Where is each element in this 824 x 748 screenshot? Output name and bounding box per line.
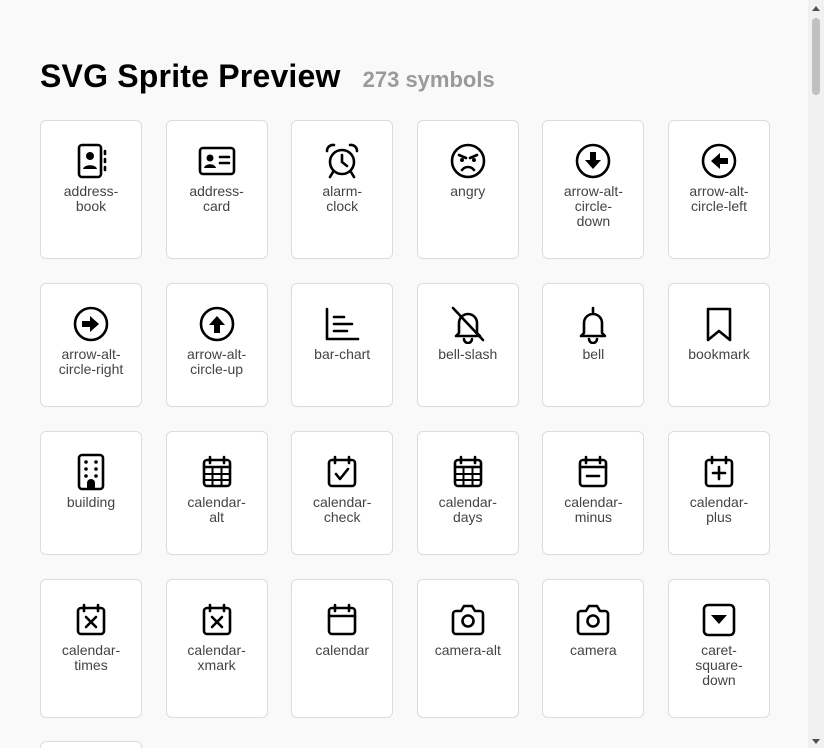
calendar-alt-icon xyxy=(197,452,237,492)
arrow-alt-circle-right-icon xyxy=(71,304,111,344)
calendar-times-icon xyxy=(71,600,111,640)
icon-card[interactable]: arrow-alt-circle-right xyxy=(40,283,142,407)
icon-card[interactable]: arrow-alt-circle-up xyxy=(165,283,268,407)
icon-label: arrow-alt-circle-left xyxy=(689,183,749,214)
calendar-plus-icon xyxy=(699,452,739,492)
icon-label: bell xyxy=(582,346,605,362)
icon-card[interactable]: building xyxy=(40,431,142,555)
icon-label: calendar-plus xyxy=(689,494,749,525)
bell-icon xyxy=(573,304,613,344)
icon-grid: address-book address-card alarm-clock angry… xyxy=(40,120,770,718)
icon-label: alarm-clock xyxy=(322,183,363,214)
icon-card[interactable]: bookmark xyxy=(667,283,770,407)
icon-card[interactable]: calendar-xmark xyxy=(165,579,268,718)
scroll-thumb[interactable] xyxy=(812,18,820,95)
icon-label: calendar-times xyxy=(61,642,121,673)
bookmark-icon xyxy=(699,304,739,344)
icon-label: arrow-alt-circle-right xyxy=(58,346,124,377)
icon-card[interactable]: caret-square-down xyxy=(667,579,770,718)
sprite-preview-page: SVG Sprite Preview 273 symbols address-b… xyxy=(0,0,808,748)
calendar-icon xyxy=(322,600,362,640)
camera-icon xyxy=(573,600,613,640)
icon-label: calendar-xmark xyxy=(187,642,246,673)
icon-card[interactable]: calendar-times xyxy=(40,579,142,718)
icon-label: arrow-alt-circle-down xyxy=(563,183,623,229)
arrow-alt-circle-left-icon xyxy=(699,141,739,181)
vertical-scrollbar[interactable] xyxy=(808,0,824,748)
address-book-icon xyxy=(71,141,111,181)
icon-card[interactable]: calendar xyxy=(291,579,394,718)
camera-alt-icon xyxy=(448,600,488,640)
icon-card[interactable]: calendar-days xyxy=(416,431,519,555)
icon-card[interactable]: bar-chart xyxy=(291,283,394,407)
icon-label: address-book xyxy=(63,183,119,214)
angry-icon xyxy=(448,141,488,181)
icon-card[interactable]: angry xyxy=(416,120,519,259)
icon-card[interactable]: calendar-alt xyxy=(165,431,268,555)
icon-card[interactable]: camera xyxy=(542,579,645,718)
icon-label: caret-square-down xyxy=(695,642,743,688)
partial-card-row xyxy=(40,741,142,748)
icon-card[interactable]: arrow-alt-circle-left xyxy=(667,120,770,259)
icon-card[interactable]: camera-alt xyxy=(416,579,519,718)
icon-card[interactable]: arrow-alt-circle-down xyxy=(542,120,645,259)
icon-label: calendar xyxy=(315,642,370,658)
icon-label: camera-alt xyxy=(434,642,501,658)
bar-chart-icon xyxy=(322,304,362,344)
icon-card[interactable]: alarm-clock xyxy=(291,120,394,259)
icon-card[interactable]: bell xyxy=(542,283,645,407)
calendar-days-icon xyxy=(448,452,488,492)
calendar-check-icon xyxy=(322,452,362,492)
icon-label: address-card xyxy=(189,183,244,214)
arrow-alt-circle-down-icon xyxy=(573,141,613,181)
icon-label: calendar-check xyxy=(313,494,372,525)
icon-label: angry xyxy=(450,183,486,199)
icon-card[interactable]: calendar-plus xyxy=(667,431,770,555)
alarm-clock-icon xyxy=(322,141,362,181)
icon-card[interactable]: calendar-minus xyxy=(542,431,645,555)
icon-label: bookmark xyxy=(688,346,750,362)
icon-card[interactable]: address-book xyxy=(40,120,142,259)
icon-label: arrow-alt-circle-up xyxy=(187,346,247,377)
icon-card[interactable]: calendar-check xyxy=(291,431,394,555)
icon-label: calendar-days xyxy=(438,494,497,525)
icon-card[interactable]: address-card xyxy=(165,120,268,259)
icon-label: calendar-minus xyxy=(564,494,623,525)
address-card-icon xyxy=(197,141,237,181)
page-title: SVG Sprite Preview xyxy=(40,58,341,94)
icon-label: camera xyxy=(570,642,617,658)
icon-label: bell-slash xyxy=(438,346,498,362)
page-header: SVG Sprite Preview 273 symbols xyxy=(40,58,495,95)
building-icon xyxy=(71,452,111,492)
scroll-up-arrow-icon[interactable] xyxy=(812,6,820,11)
icon-label: building xyxy=(66,494,116,510)
symbol-count: 273 symbols xyxy=(362,67,495,92)
arrow-alt-circle-up-icon xyxy=(197,304,237,344)
icon-card[interactable]: bell-slash xyxy=(416,283,519,407)
scroll-down-arrow-icon[interactable] xyxy=(812,739,820,744)
calendar-xmark-icon xyxy=(197,600,237,640)
icon-label: bar-chart xyxy=(314,346,371,362)
caret-square-down-icon xyxy=(699,600,739,640)
calendar-minus-icon xyxy=(573,452,613,492)
icon-label: calendar-alt xyxy=(187,494,246,525)
bell-slash-icon xyxy=(448,304,488,344)
